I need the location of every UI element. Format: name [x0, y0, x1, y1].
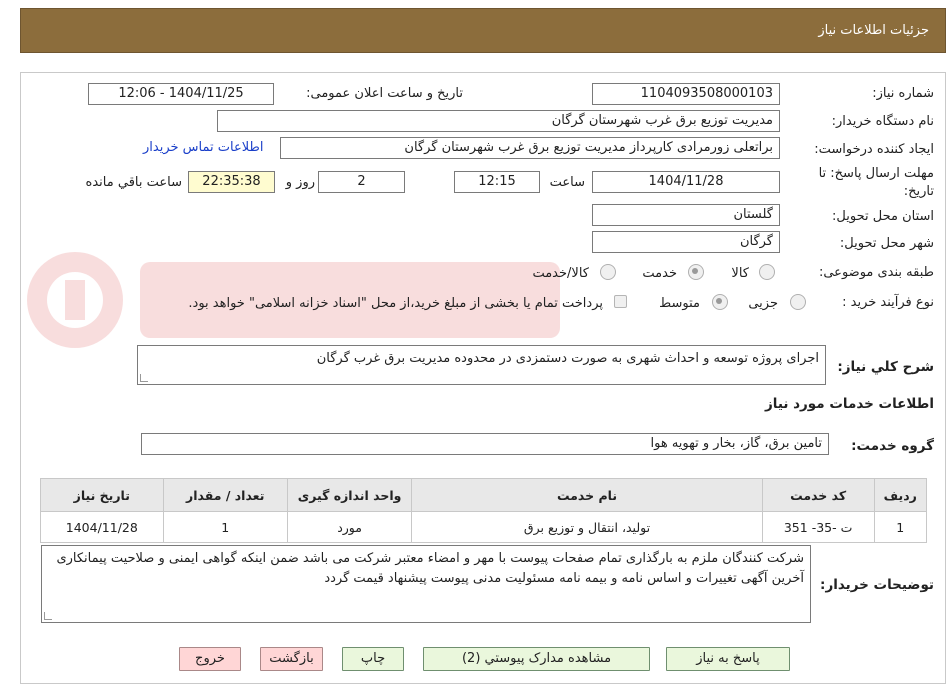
- reply-button[interactable]: پاسخ به نیاز: [666, 647, 790, 671]
- category-label: طبقه بندی موضوعی:: [818, 265, 934, 280]
- col-header-need-date: تاریخ نیاز: [40, 478, 164, 512]
- table-row: 1 ت -35- 351 تولید، انتقال و توزیع برق م…: [40, 511, 928, 543]
- province-label: استان محل تحویل:: [832, 209, 934, 224]
- buyer-notes-textarea: شرکت کنندگان ملزم به بارگذاری تمام صفحات…: [41, 545, 811, 623]
- announce-datetime-label: تاریخ و ساعت اعلان عمومی:: [306, 86, 463, 101]
- hours-left-label: ساعت باقي مانده: [85, 175, 182, 190]
- need-number-label: شماره نیاز:: [872, 86, 934, 101]
- print-button[interactable]: چاپ: [342, 647, 404, 671]
- cell-unit: مورد: [286, 511, 413, 543]
- process-radio-medium[interactable]: [712, 294, 728, 310]
- services-table: ردیف کد خدمت نام خدمت واحد اندازه گیری ت…: [40, 478, 928, 543]
- back-button[interactable]: بازگشت: [260, 647, 323, 671]
- buyer-org-label: نام دستگاه خریدار:: [831, 114, 934, 129]
- province-field: گلستان: [592, 204, 780, 226]
- days-left-field: 2: [318, 171, 405, 193]
- page-header: جزئیات اطلاعات نیاز: [20, 8, 946, 53]
- category-option-goods: کالا: [731, 266, 749, 281]
- col-header-service-code: کد خدمت: [761, 478, 875, 512]
- deadline-hour-label: ساعت: [549, 175, 585, 190]
- deadline-time-field: 12:15: [454, 171, 540, 193]
- cell-service-name: تولید، انتقال و توزیع برق: [411, 511, 763, 543]
- time-left-field: 22:35:38: [188, 171, 275, 193]
- col-header-unit: واحد اندازه گیری: [286, 478, 413, 512]
- table-header-row: ردیف کد خدمت نام خدمت واحد اندازه گیری ت…: [40, 478, 928, 512]
- category-radio-service[interactable]: [688, 264, 704, 280]
- deadline-label-cont: تاریخ:: [903, 184, 934, 199]
- category-option-service: خدمت: [642, 266, 677, 281]
- city-label: شهر محل تحویل:: [839, 236, 934, 251]
- category-radio-goods-service[interactable]: [600, 264, 616, 280]
- treasury-payment-note: پرداخت تمام یا بخشی از مبلغ خرید،از محل …: [188, 296, 603, 311]
- city-field: گرگان: [592, 231, 780, 253]
- deadline-date-field: 1404/11/28: [592, 171, 780, 193]
- services-info-heading: اطلاعات خدمات مورد نیاز: [764, 396, 934, 412]
- general-desc-textarea: اجرای پروژه توسعه و احداث شهری به صورت د…: [137, 345, 826, 385]
- process-option-minor: جزیی: [748, 296, 778, 311]
- buyer-notes-text: شرکت کنندگان ملزم به بارگذاری تمام صفحات…: [56, 551, 804, 586]
- cell-row-no: 1: [873, 511, 928, 543]
- cell-service-code: ت -35- 351: [761, 511, 875, 543]
- service-group-label: گروه خدمت:: [851, 438, 934, 454]
- need-number-field: 1104093508000103: [592, 83, 780, 105]
- days-and-label: روز و: [285, 175, 315, 190]
- page-title: جزئیات اطلاعات نیاز: [818, 23, 929, 38]
- buyer-contact-link[interactable]: اطلاعات تماس خریدار: [143, 140, 263, 155]
- category-radio-goods[interactable]: [759, 264, 775, 280]
- resize-grip-icon[interactable]: [140, 374, 148, 382]
- process-option-medium: متوسط: [659, 296, 700, 311]
- treasury-payment-checkbox[interactable]: [614, 295, 627, 308]
- service-group-field: تامین برق، گاز، بخار و تهویه هوا: [141, 433, 829, 455]
- col-header-row-no: ردیف: [873, 478, 928, 512]
- deadline-label: مهلت ارسال پاسخ: تا: [818, 166, 934, 181]
- cell-quantity: 1: [162, 511, 288, 543]
- requester-label: ایجاد کننده درخواست:: [814, 142, 934, 157]
- process-radio-minor[interactable]: [790, 294, 806, 310]
- announce-datetime-field: 1404/11/25 - 12:06: [88, 83, 274, 105]
- buyer-notes-label: توضیحات خریدار:: [820, 577, 934, 593]
- cell-need-date: 1404/11/28: [40, 511, 164, 543]
- exit-button[interactable]: خروج: [179, 647, 241, 671]
- process-label: نوع فرآیند خرید :: [842, 295, 934, 310]
- col-header-quantity: تعداد / مقدار: [162, 478, 288, 512]
- resize-grip-icon[interactable]: [44, 612, 52, 620]
- view-attachments-button[interactable]: مشاهده مدارک پیوستي (2): [423, 647, 650, 671]
- general-desc-text: اجرای پروژه توسعه و احداث شهری به صورت د…: [316, 351, 819, 366]
- col-header-service-name: نام خدمت: [411, 478, 763, 512]
- general-desc-label: شرح كلي نياز:: [837, 359, 934, 375]
- buyer-org-field: مدیریت توزیع برق غرب شهرستان گرگان: [217, 110, 780, 132]
- category-option-goods-service: کالا/خدمت: [532, 266, 589, 281]
- requester-field: براتعلی زورمرادی کارپرداز مدیریت توزیع ب…: [280, 137, 780, 159]
